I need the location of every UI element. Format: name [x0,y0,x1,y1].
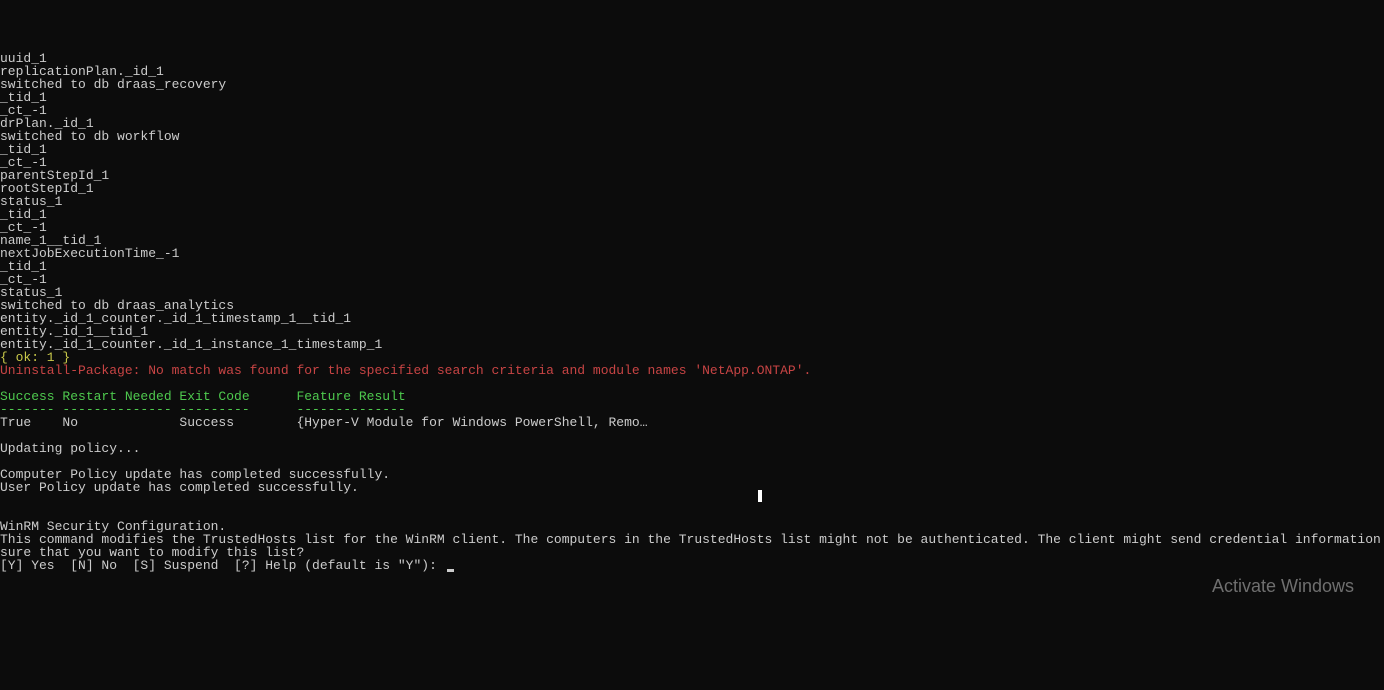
terminal-line: entity._id_1_counter._id_1_timestamp_1__… [0,312,1384,325]
terminal-line: name_1__tid_1 [0,234,1384,247]
watermark-line1: Activate Windows [1212,577,1354,595]
terminal-line: Uninstall-Package: No match was found fo… [0,364,1384,377]
terminal-line: _ct_-1 [0,156,1384,169]
windows-activation-watermark: Activate Windows [1212,577,1354,595]
terminal-line: _tid_1 [0,91,1384,104]
terminal-line: Updating policy... [0,442,1384,455]
terminal-line: status_1 [0,195,1384,208]
terminal-line: _ct_-1 [0,104,1384,117]
terminal-line [0,494,1384,507]
terminal-prompt[interactable]: [Y] Yes [N] No [S] Suspend [?] Help (def… [0,559,1384,573]
terminal-line: switched to db draas_recovery [0,78,1384,91]
terminal-line: uuid_1 [0,52,1384,65]
terminal-line: _ct_-1 [0,221,1384,234]
cursor-icon [447,569,454,572]
terminal-line: entity._id_1_counter._id_1_instance_1_ti… [0,338,1384,351]
terminal-line: _tid_1 [0,260,1384,273]
terminal-line: User Policy update has completed success… [0,481,1384,494]
terminal-output: uuid_1replicationPlan._id_1switched to d… [0,52,1384,573]
terminal-line: nextJobExecutionTime_-1 [0,247,1384,260]
terminal-line: switched to db workflow [0,130,1384,143]
terminal-line: _ct_-1 [0,273,1384,286]
terminal-line: parentStepId_1 [0,169,1384,182]
terminal-line: True No Success {Hyper-V Module for Wind… [0,416,1384,429]
terminal-line: drPlan._id_1 [0,117,1384,130]
cursor-block [758,490,762,502]
terminal-line: _tid_1 [0,143,1384,156]
terminal-line: rootStepId_1 [0,182,1384,195]
terminal-line: _tid_1 [0,208,1384,221]
terminal-line [0,429,1384,442]
